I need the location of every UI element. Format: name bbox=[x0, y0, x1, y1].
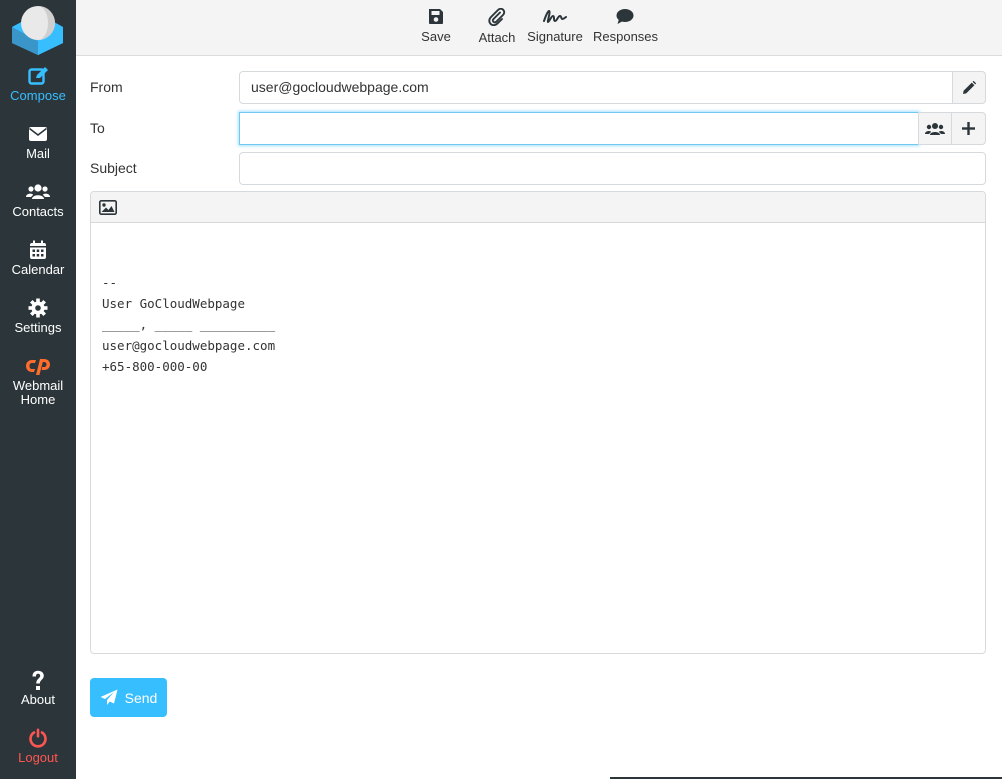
sidebar-item-compose[interactable]: Compose bbox=[0, 66, 76, 103]
compose-icon bbox=[0, 66, 76, 86]
plus-icon bbox=[962, 122, 975, 135]
add-header-button[interactable] bbox=[951, 112, 986, 145]
save-icon bbox=[429, 9, 443, 24]
users-icon bbox=[925, 122, 945, 135]
paperclip-icon bbox=[488, 8, 506, 26]
signature-line: User GoCloudWebpage bbox=[102, 296, 245, 311]
signature-label: Signature bbox=[527, 29, 583, 44]
sidebar-item-calendar[interactable]: Calendar bbox=[0, 240, 76, 277]
sidebar-item-label: Calendar bbox=[11, 262, 65, 277]
sidebar-item-label: Contacts bbox=[12, 204, 64, 219]
to-field[interactable] bbox=[239, 112, 919, 145]
save-button[interactable]: Save bbox=[414, 8, 458, 44]
to-label: To bbox=[90, 120, 105, 136]
envelope-icon bbox=[0, 124, 76, 144]
responses-button[interactable]: Responses bbox=[593, 8, 659, 44]
message-body[interactable]: -- User GoCloudWebpage _____, _____ ____… bbox=[91, 223, 985, 377]
sidebar-item-label: About bbox=[21, 692, 55, 707]
compose-toolbar: Save Attach Signature Responses bbox=[76, 0, 1002, 56]
signature-icon bbox=[543, 9, 567, 24]
gear-icon bbox=[0, 298, 76, 318]
sidebar-item-contacts[interactable]: Contacts bbox=[0, 182, 76, 219]
send-label: Send bbox=[124, 689, 158, 706]
question-icon bbox=[0, 670, 76, 690]
sidebar-item-about[interactable]: About bbox=[0, 670, 76, 707]
editor-toolbar bbox=[91, 192, 985, 223]
from-label: From bbox=[90, 79, 123, 95]
from-field[interactable]: user@gocloudwebpage.com bbox=[239, 71, 953, 104]
sidebar-item-label: Settings bbox=[14, 320, 62, 335]
sidebar-item-label: Compose bbox=[10, 88, 66, 103]
message-editor[interactable]: -- User GoCloudWebpage _____, _____ ____… bbox=[90, 191, 986, 654]
roundcube-logo[interactable] bbox=[10, 3, 66, 55]
sidebar-item-label-line2: Home bbox=[20, 392, 56, 407]
sidebar-item-label: Logout bbox=[18, 750, 58, 765]
users-icon bbox=[0, 182, 76, 202]
subject-label: Subject bbox=[90, 160, 137, 176]
add-contact-button[interactable] bbox=[918, 112, 952, 145]
responses-label: Responses bbox=[593, 29, 659, 44]
sidebar-item-mail[interactable]: Mail bbox=[0, 124, 76, 161]
subject-field[interactable] bbox=[239, 152, 986, 185]
signature-line: -- bbox=[102, 275, 118, 290]
webmail-compose-app: Compose Mail Contacts Calendar Settings bbox=[0, 0, 1002, 779]
image-icon[interactable] bbox=[99, 200, 117, 220]
sidebar-item-logout[interactable]: Logout bbox=[0, 728, 76, 765]
edit-identity-button[interactable] bbox=[952, 71, 986, 104]
signature-line: user@gocloudwebpage.com bbox=[102, 338, 276, 353]
signature-line: _____, _____ __________ bbox=[102, 317, 276, 332]
comment-icon bbox=[616, 9, 634, 24]
attach-label: Attach bbox=[478, 30, 516, 45]
paper-plane-icon bbox=[100, 689, 118, 705]
sidebar-item-label-line1: Webmail bbox=[12, 378, 64, 393]
send-button[interactable]: Send bbox=[90, 678, 167, 717]
sidebar-item-webmail-home[interactable]: Webmail Home bbox=[0, 356, 76, 407]
calendar-icon bbox=[0, 240, 76, 260]
sidebar-item-settings[interactable]: Settings bbox=[0, 298, 76, 335]
cpanel-icon bbox=[0, 356, 76, 376]
signature-line: +65-800-000-00 bbox=[102, 359, 208, 374]
sidebar-item-label: Mail bbox=[26, 146, 50, 161]
attach-button[interactable]: Attach bbox=[477, 8, 517, 45]
signature-button[interactable]: Signature bbox=[527, 8, 583, 44]
pencil-icon bbox=[963, 80, 976, 94]
save-label: Save bbox=[421, 29, 451, 44]
sidebar: Compose Mail Contacts Calendar Settings bbox=[0, 0, 76, 779]
power-icon bbox=[0, 728, 76, 748]
